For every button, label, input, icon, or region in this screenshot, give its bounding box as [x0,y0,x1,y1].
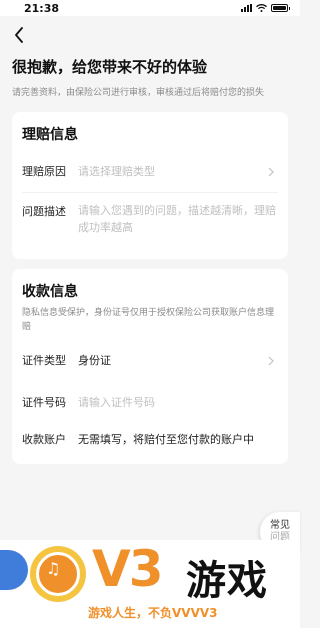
status-bar: 21:38 [0,0,300,16]
id-number-input[interactable]: 请输入证件号码 [78,394,278,410]
battery-icon [271,4,290,12]
chevron-right-icon [268,351,278,370]
watermark-brand: 游戏 [186,558,268,604]
id-type-row[interactable]: 证件类型 身份证 [22,338,278,382]
nav-bar [0,16,300,54]
account-value: 无需填写，将赔付至您付款的账户中 [78,433,254,446]
cellular-signal-icon [241,4,252,12]
problem-description-row[interactable]: 问题描述 请输入您遇到的问题，描述越清晰，理赔成功率越高 [22,193,278,249]
payment-info-title: 收款信息 [22,284,78,300]
claim-info-card: 理赔信息 理赔原因 请选择理赔类型 问题描述 请输入您遇到的问题，描述越清晰，理… [12,112,288,259]
faq-label-line1: 常见 [270,520,290,531]
page-header: 很抱歉，给您带来不好的体验 请完善资料，由保险公司进行审核，审核通过后将赔付您的… [0,56,300,98]
watermark: ♫ V3 游戏 游戏人生，不负VVVV3 [0,540,300,628]
id-type-label: 证件类型 [22,354,66,367]
claim-reason-label: 理赔原因 [22,165,66,178]
page-subtitle: 请完善资料，由保险公司进行审核，审核通过后将赔付您的损失 [12,88,265,98]
payment-info-card: 收款信息 隐私信息受保护，身份证号仅用于授权保险公司获取账户信息理赔 证件类型 … [12,269,288,464]
id-number-label: 证件号码 [22,396,66,409]
chevron-left-icon [15,27,23,43]
watermark-bar [0,550,28,590]
watermark-slogan: 游戏人生，不负VVVV3 [88,606,218,620]
music-disc-logo-icon: ♫ [30,546,86,602]
wifi-icon [256,4,267,12]
id-number-row[interactable]: 证件号码 请输入证件号码 [22,382,278,422]
id-type-select[interactable]: 身份证 [78,352,268,368]
watermark-logo-text: V3 [92,540,163,598]
claim-reason-row[interactable]: 理赔原因 请选择理赔类型 [22,150,278,192]
problem-description-label: 问题描述 [22,205,66,218]
account-label: 收款账户 [22,433,66,446]
privacy-notice: 隐私信息受保护，身份证号仅用于授权保险公司获取账户信息理赔 [22,308,275,332]
status-time: 21:38 [24,1,60,15]
account-row: 收款账户 无需填写，将赔付至您付款的账户中 [22,422,278,464]
page-title: 很抱歉，给您带来不好的体验 [12,58,208,76]
claim-info-title: 理赔信息 [22,127,78,143]
chevron-right-icon [268,162,278,181]
claim-reason-select[interactable]: 请选择理赔类型 [78,163,268,179]
back-button[interactable] [14,24,36,46]
problem-description-input[interactable]: 请输入您遇到的问题，描述越清晰，理赔成功率越高 [78,203,278,236]
